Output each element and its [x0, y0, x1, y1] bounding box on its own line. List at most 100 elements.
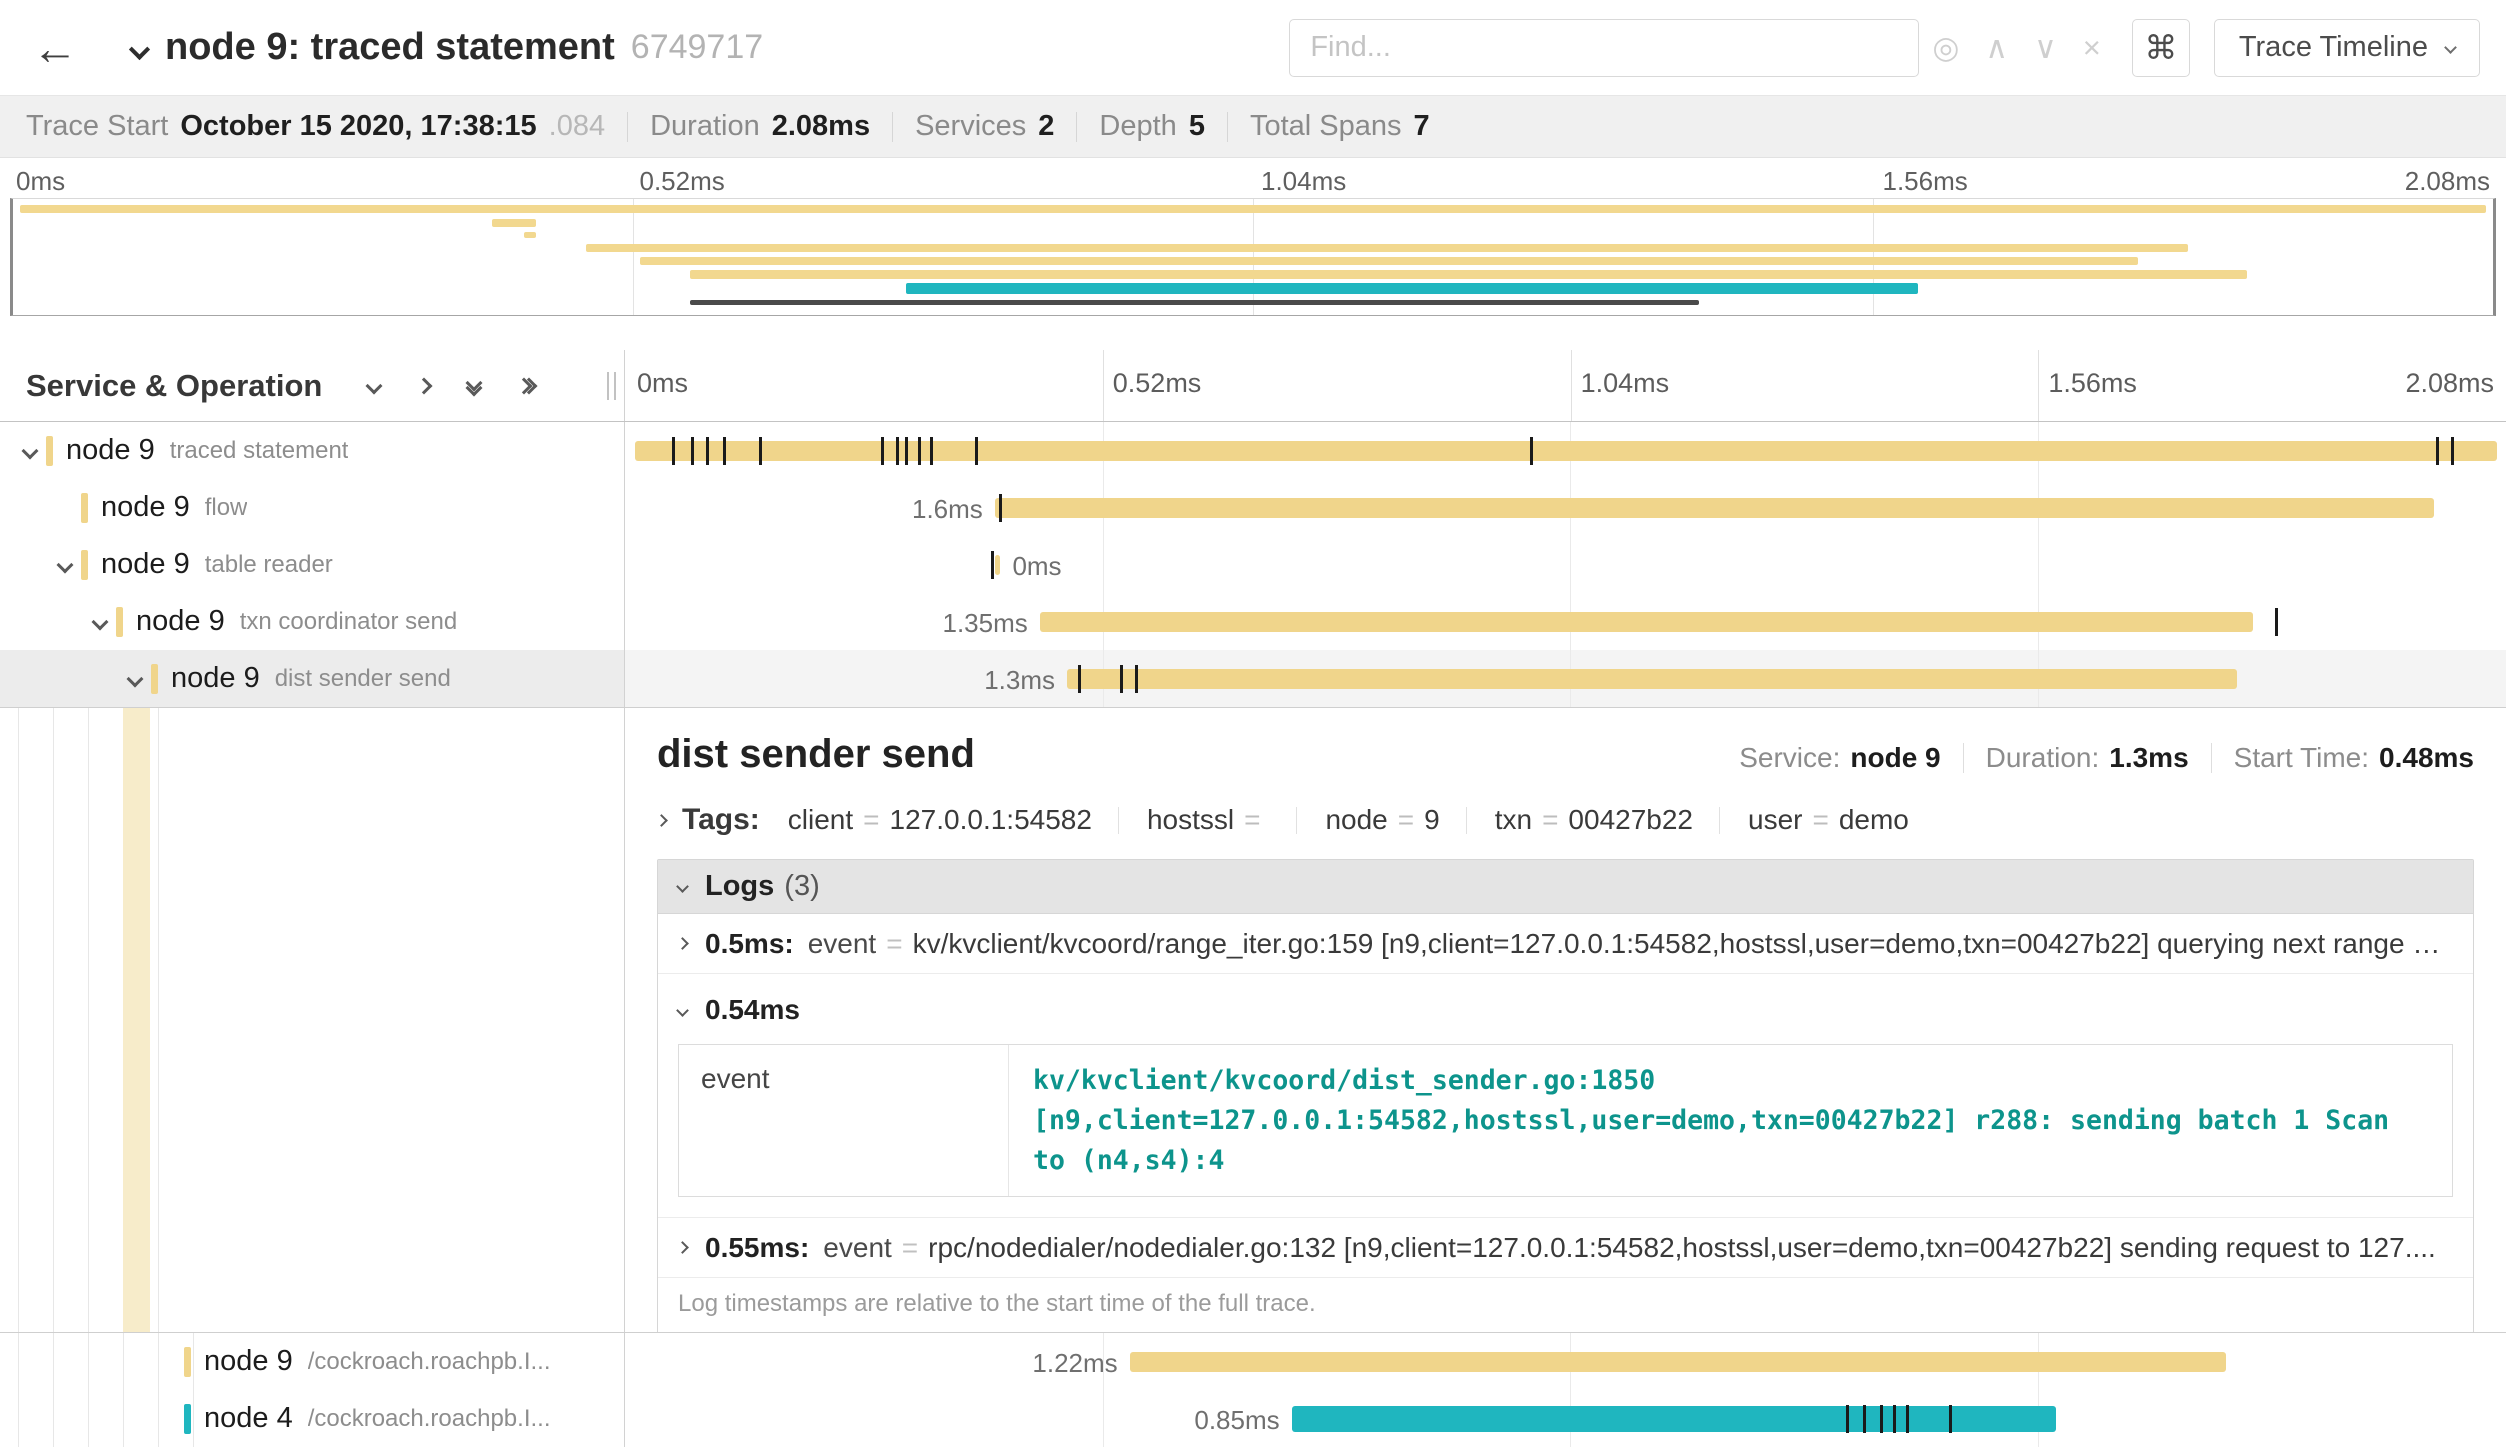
divider [1076, 112, 1077, 142]
divider [2211, 743, 2212, 773]
log-marker [1846, 1405, 1849, 1433]
equals-sign: = [886, 928, 902, 960]
span-bar[interactable] [995, 555, 1001, 575]
expand-one-icon[interactable] [416, 377, 433, 394]
log-timestamp: 0.55ms: [705, 1232, 809, 1264]
log-marker [896, 437, 899, 465]
span-bar[interactable] [1130, 1352, 2227, 1372]
services-label: Services [915, 110, 1026, 143]
divider [627, 112, 628, 142]
span-bar[interactable] [1067, 669, 2237, 689]
span-timeline-cell[interactable]: 1.35ms [625, 593, 2506, 650]
span-color-chip [184, 1347, 191, 1377]
time-tick-label: 0.52ms [1113, 368, 1202, 399]
log-marker [1120, 665, 1123, 693]
tag-value: demo [1839, 804, 1909, 836]
tag-value: 00427b22 [1568, 804, 1693, 836]
minimap-span-bar [690, 300, 1699, 305]
span-timeline-cell[interactable]: 1.3ms [625, 650, 2506, 707]
span-timeline-cell[interactable]: 1.22ms [625, 1333, 2506, 1390]
column-resize-handle[interactable] [607, 372, 616, 400]
span-timeline-cell[interactable]: 1.6ms [625, 479, 2506, 536]
span-bar[interactable] [1040, 612, 2253, 632]
tags-section[interactable]: Tags: client = 127.0.0.1:54582 hostssl =… [657, 803, 2474, 837]
chevron-right-icon [676, 937, 689, 950]
back-icon[interactable]: ← [32, 25, 78, 71]
depth: Depth 5 [1099, 110, 1205, 143]
logs-footnote: Log timestamps are relative to the start… [658, 1278, 2473, 1332]
span-row[interactable]: node 4 /cockroach.roachpb.I... 0.85ms [0, 1390, 2506, 1447]
span-row-selected[interactable]: node 9 dist sender send 1.3ms [0, 650, 2506, 707]
expand-all-icon[interactable] [518, 380, 535, 392]
collapse-children-icon[interactable] [14, 445, 46, 457]
chevron-down-icon [676, 880, 689, 893]
collapse-one-icon[interactable] [366, 377, 383, 394]
log-field-value: kv/kvclient/kvcoord/range_iter.go:159 [n… [913, 928, 2441, 960]
tag-value: 127.0.0.1:54582 [890, 804, 1092, 836]
minimap-span-bar [20, 205, 2485, 213]
span-name-cell[interactable]: node 9 txn coordinator send [0, 593, 625, 650]
span-row[interactable]: node 9 flow 1.6ms [0, 479, 2506, 536]
span-row[interactable]: node 9 table reader 0ms [0, 536, 2506, 593]
span-name-cell[interactable]: node 9 /cockroach.roachpb.I... [0, 1333, 625, 1390]
log-marker [2451, 437, 2454, 465]
span-timeline-cell[interactable]: 0.85ms [625, 1390, 2506, 1447]
span-rows: node 9 traced statement node 9 flow 1.6m… [0, 422, 2506, 1447]
log-marker [691, 437, 694, 465]
span-detail-panel: dist sender send Service: node 9 Duratio… [625, 708, 2506, 1332]
span-bar[interactable] [635, 441, 2497, 461]
span-row[interactable]: node 9 txn coordinator send 1.35ms [0, 593, 2506, 650]
collapse-header-icon[interactable] [129, 39, 150, 60]
log-marker [1893, 1405, 1896, 1433]
minimap-span-bar [690, 270, 2247, 279]
span-row[interactable]: node 9 /cockroach.roachpb.I... 1.22ms [0, 1333, 2506, 1390]
minimap-canvas[interactable] [10, 198, 2496, 316]
logs-header[interactable]: Logs (3) [658, 860, 2473, 914]
log-entry-header[interactable]: 0.54ms [678, 988, 2453, 1032]
prev-match-icon[interactable]: ∧ [1985, 32, 2008, 63]
services: Services 2 [915, 110, 1054, 143]
log-timestamp: 0.5ms: [705, 928, 794, 960]
service-name: node 4 [204, 1402, 293, 1435]
span-bar[interactable] [1292, 1406, 2057, 1432]
span-timeline-cell[interactable] [625, 422, 2506, 479]
span-name-cell[interactable]: node 9 flow [0, 479, 625, 536]
collapse-children-icon[interactable] [84, 616, 116, 628]
gridline [633, 199, 634, 315]
log-field-value: rpc/nodedialer/nodedialer.go:132 [n9,cli… [928, 1232, 2436, 1264]
span-name-cell[interactable]: node 4 /cockroach.roachpb.I... [0, 1390, 625, 1447]
keyboard-shortcuts-button[interactable]: ⌘ [2132, 19, 2190, 77]
span-bar[interactable] [995, 498, 2434, 518]
log-entry[interactable]: 0.55ms: event = rpc/nodedialer/nodediale… [658, 1218, 2473, 1278]
clear-search-icon[interactable]: × [2083, 32, 2101, 63]
tag-key: txn [1495, 804, 1532, 836]
service-name: node 9 [136, 605, 225, 638]
find-input[interactable] [1289, 19, 1919, 77]
focus-match-icon[interactable]: ◎ [1932, 32, 1959, 63]
equals-sign: = [1244, 804, 1260, 836]
divider [892, 112, 893, 142]
gridline [1571, 350, 1572, 421]
duration-label: Duration: [1986, 742, 2100, 774]
log-field-value: kv/kvclient/kvcoord/dist_sender.go:1850 … [1009, 1045, 2452, 1196]
collapse-children-icon[interactable] [119, 673, 151, 685]
logs-section: Logs (3) 0.5ms: event = kv/kvclient/kvco… [657, 859, 2474, 1332]
span-row[interactable]: node 9 traced statement [0, 422, 2506, 479]
divider [1227, 112, 1228, 142]
span-name-cell[interactable]: node 9 dist sender send [0, 650, 625, 707]
span-timeline-cell[interactable]: 0ms [625, 536, 2506, 593]
collapse-children-icon[interactable] [49, 559, 81, 571]
span-name-cell[interactable]: node 9 traced statement [0, 422, 625, 479]
next-match-icon[interactable]: ∨ [2034, 32, 2057, 63]
log-timestamp: 0.54ms [705, 994, 800, 1026]
divider [1963, 743, 1964, 773]
trace-view-dropdown[interactable]: Trace Timeline [2214, 19, 2480, 77]
tag-key: hostssl [1147, 804, 1234, 836]
time-tick-label: 0.52ms [640, 166, 725, 197]
span-color-chip [184, 1404, 191, 1434]
span-name-cell[interactable]: node 9 table reader [0, 536, 625, 593]
log-entry[interactable]: 0.5ms: event = kv/kvclient/kvcoord/range… [658, 914, 2473, 974]
service-operation-title: Service & Operation [26, 368, 322, 404]
collapse-all-icon[interactable] [468, 377, 480, 394]
span-duration-label: 0ms [1012, 551, 1061, 582]
